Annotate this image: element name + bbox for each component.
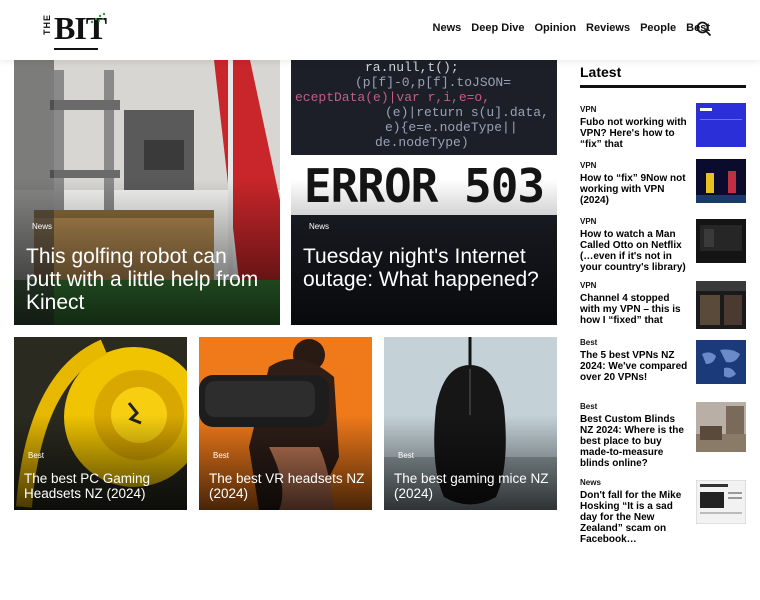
site-logo[interactable]: THE BIT <box>42 10 107 50</box>
card-category[interactable]: News <box>32 222 52 231</box>
item-thumbnail[interactable] <box>696 159 746 203</box>
card-category[interactable]: Best <box>398 451 414 460</box>
logo-the: THE <box>42 14 52 35</box>
item-thumbnail[interactable] <box>696 402 746 452</box>
code-line: ra.null,t(); <box>365 60 459 75</box>
code-line: e){e=e.nodeType|| <box>385 120 518 135</box>
latest-item[interactable]: VPN Channel 4 stopped with my VPN – this… <box>580 281 746 329</box>
latest-item[interactable]: VPN How to “fix” 9Now not working with V… <box>580 159 746 206</box>
card-title[interactable]: Tuesday night's Internet outage: What ha… <box>303 245 553 291</box>
card-title[interactable]: The best PC Gaming Headsets NZ (2024) <box>24 471 184 501</box>
item-title[interactable]: Channel 4 stopped with my VPN – this is … <box>580 293 690 326</box>
item-thumbnail[interactable] <box>696 103 746 147</box>
code-lines: ra.null,t(); (p[f]-0,p[f].toJSON= eceptD… <box>295 60 549 150</box>
card-category[interactable]: Best <box>213 451 229 460</box>
site-header: THE BIT News Deep Dive Opinion Reviews P… <box>0 0 760 60</box>
latest-item[interactable]: Best Best Custom Blinds NZ 2024: Where i… <box>580 402 746 469</box>
featured-card-outage[interactable]: ra.null,t(); (p[f]-0,p[f].toJSON= eceptD… <box>291 60 557 325</box>
logo-underline <box>54 48 98 50</box>
latest-item[interactable]: VPN Fubo not working with VPN? Here's ho… <box>580 103 746 150</box>
item-title[interactable]: Fubo not working with VPN? Here's how to… <box>580 117 690 150</box>
latest-item[interactable]: VPN How to watch a Man Called Otto on Ne… <box>580 217 746 273</box>
code-line: eceptData(e)|var r,i,e=o, <box>295 90 491 105</box>
main-nav: News Deep Dive Opinion Reviews People Be… <box>423 22 710 34</box>
item-thumbnail[interactable] <box>696 340 746 384</box>
logo-dots-icon <box>90 12 106 24</box>
latest-item[interactable]: News Don't fall for the Mike Hosking “It… <box>580 478 746 545</box>
nav-opinion[interactable]: Opinion <box>535 22 577 34</box>
code-line: (e)|return s(u].data, <box>385 105 549 120</box>
card-category[interactable]: News <box>309 222 329 231</box>
code-line: de.nodeType) <box>375 135 469 150</box>
latest-item[interactable]: Best The 5 best VPNs NZ 2024: We've comp… <box>580 338 746 384</box>
nav-reviews[interactable]: Reviews <box>586 22 630 34</box>
nav-news[interactable]: News <box>433 22 462 34</box>
card-gaming-mice[interactable]: Best The best gaming mice NZ (2024) <box>384 337 557 510</box>
search-icon[interactable] <box>696 21 712 37</box>
card-vr-headsets[interactable]: Best The best VR headsets NZ (2024) <box>199 337 372 510</box>
featured-card-robot[interactable]: News This golfing robot can putt with a … <box>14 60 280 325</box>
item-title[interactable]: Don't fall for the Mike Hosking “It is a… <box>580 490 690 545</box>
item-title[interactable]: How to “fix” 9Now not working with VPN (… <box>580 173 690 206</box>
nav-people[interactable]: People <box>640 22 676 34</box>
item-title[interactable]: Best Custom Blinds NZ 2024: Where is the… <box>580 414 690 469</box>
card-headsets[interactable]: Best The best PC Gaming Headsets NZ (202… <box>14 337 187 510</box>
sidebar-divider <box>580 85 746 88</box>
item-thumbnail[interactable] <box>696 219 746 263</box>
item-thumbnail[interactable] <box>696 480 746 524</box>
sidebar-heading: Latest <box>580 64 622 80</box>
item-title[interactable]: The 5 best VPNs NZ 2024: We've compared … <box>580 350 690 383</box>
nav-deep-dive[interactable]: Deep Dive <box>471 22 524 34</box>
item-title[interactable]: How to watch a Man Called Otto on Netfli… <box>580 229 690 273</box>
item-thumbnail[interactable] <box>696 281 746 329</box>
card-title[interactable]: The best gaming mice NZ (2024) <box>394 471 554 501</box>
card-category[interactable]: Best <box>28 451 44 460</box>
card-title[interactable]: This golfing robot can putt with a littl… <box>26 245 266 314</box>
card-title[interactable]: The best VR headsets NZ (2024) <box>209 471 369 501</box>
code-line: (p[f]-0,p[f].toJSON= <box>355 75 512 90</box>
